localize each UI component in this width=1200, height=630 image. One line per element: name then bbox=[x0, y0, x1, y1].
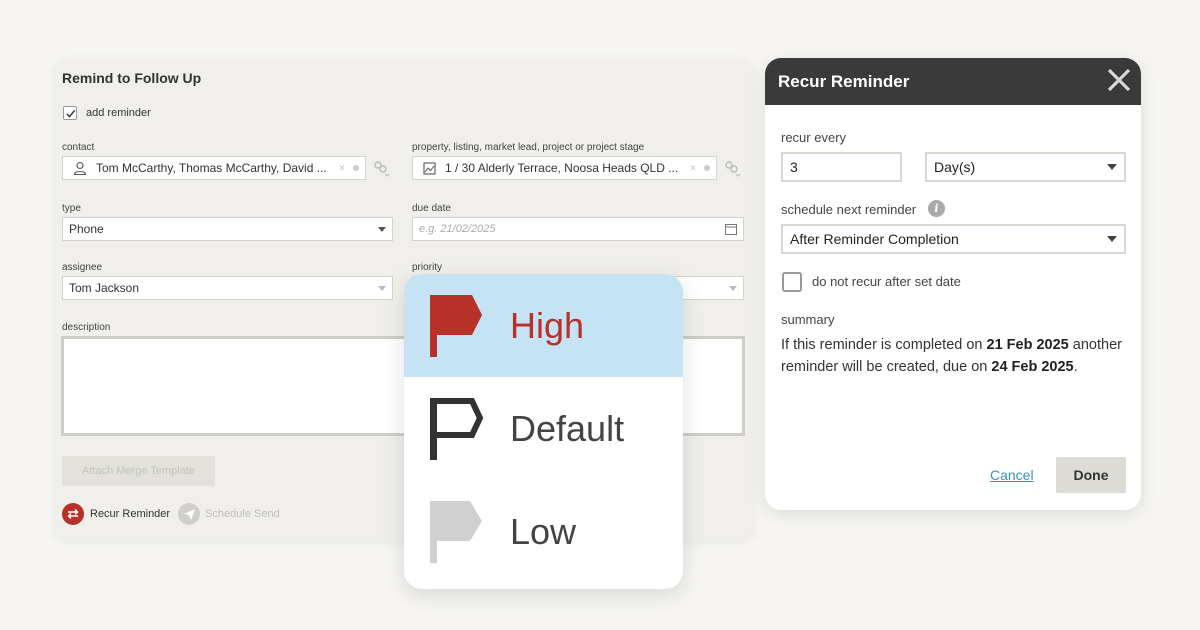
priority-dropdown-menu: High Default Low bbox=[404, 274, 683, 589]
priority-option-default[interactable]: Default bbox=[404, 377, 683, 480]
chevron-down-icon bbox=[378, 285, 386, 291]
add-reminder-checkbox[interactable] bbox=[63, 106, 77, 120]
person-icon bbox=[73, 161, 87, 175]
clear-icon[interactable]: × bbox=[339, 163, 345, 174]
assignee-select[interactable]: Tom Jackson bbox=[62, 276, 393, 300]
summary-due-date: 24 Feb 2025 bbox=[991, 359, 1074, 375]
schedule-send-label[interactable]: Schedule Send bbox=[205, 508, 280, 520]
schedule-next-value: After Reminder Completion bbox=[790, 231, 959, 247]
bottom-actions: Recur Reminder Schedule Send bbox=[62, 503, 280, 525]
property-link-button[interactable] bbox=[721, 157, 743, 179]
priority-option-label: Default bbox=[510, 407, 625, 449]
checkmark-icon bbox=[65, 109, 75, 118]
summary-label: summary bbox=[781, 312, 835, 327]
attach-merge-template-button[interactable]: Attach Merge Template bbox=[62, 456, 215, 486]
summary-completed-date: 21 Feb 2025 bbox=[986, 337, 1069, 353]
chevron-down-icon bbox=[378, 226, 386, 232]
cancel-link[interactable]: Cancel bbox=[990, 467, 1034, 483]
do-not-recur-checkbox[interactable] bbox=[782, 272, 802, 292]
dialog-title: Recur Reminder bbox=[778, 71, 910, 91]
schedule-next-label: schedule next reminder bbox=[781, 202, 917, 217]
property-image-icon bbox=[423, 161, 436, 175]
contact-field[interactable]: Tom McCarthy, Thomas McCarthy, David ...… bbox=[62, 156, 366, 180]
property-field[interactable]: 1 / 30 Alderly Terrace, Noosa Heads QLD … bbox=[412, 156, 717, 180]
contact-link-button[interactable] bbox=[370, 157, 392, 179]
assignee-value: Tom Jackson bbox=[69, 281, 140, 295]
repeat-icon bbox=[67, 509, 79, 519]
flag-default-icon bbox=[430, 397, 484, 460]
contact-label: contact bbox=[62, 142, 95, 153]
property-value: 1 / 30 Alderly Terrace, Noosa Heads QLD … bbox=[445, 161, 679, 175]
schedule-next-select[interactable]: After Reminder Completion bbox=[781, 224, 1126, 254]
recur-every-label: recur every bbox=[781, 130, 847, 145]
priority-option-label: Low bbox=[510, 510, 577, 552]
recur-every-value: 3 bbox=[790, 159, 798, 175]
assignee-label: assignee bbox=[62, 262, 103, 273]
add-reminder-row[interactable]: add reminder bbox=[63, 106, 151, 120]
flag-low-icon bbox=[430, 500, 482, 563]
priority-option-high[interactable]: High bbox=[404, 274, 683, 377]
schedule-send-button[interactable] bbox=[178, 503, 201, 525]
link-gear-icon bbox=[725, 161, 741, 177]
flag-high-icon bbox=[430, 294, 482, 357]
type-select[interactable]: Phone bbox=[62, 217, 393, 241]
summary-text: If this reminder is completed on 21 Feb … bbox=[781, 334, 1126, 378]
chevron-down-icon bbox=[729, 285, 737, 291]
panel-title: Remind to Follow Up bbox=[62, 70, 202, 86]
due-date-input[interactable]: e.g. 21/02/2025 bbox=[412, 217, 744, 241]
description-label: description bbox=[62, 322, 111, 333]
recur-unit-value: Day(s) bbox=[934, 159, 976, 175]
type-value: Phone bbox=[69, 222, 104, 236]
due-date-label: due date bbox=[412, 203, 451, 214]
do-not-recur-label: do not recur after set date bbox=[812, 274, 961, 289]
property-label: property, listing, market lead, project … bbox=[412, 142, 645, 153]
done-button[interactable]: Done bbox=[1056, 457, 1126, 493]
send-plane-icon bbox=[183, 508, 195, 520]
status-dot-icon bbox=[353, 165, 359, 171]
recur-reminder-button[interactable] bbox=[62, 503, 84, 525]
recur-unit-select[interactable]: Day(s) bbox=[925, 152, 1126, 182]
contact-value: Tom McCarthy, Thomas McCarthy, David ... bbox=[96, 161, 327, 175]
priority-option-label: High bbox=[510, 304, 585, 346]
info-icon[interactable]: i bbox=[928, 200, 945, 217]
add-reminder-label: add reminder bbox=[86, 107, 151, 119]
type-label: type bbox=[62, 203, 81, 214]
dialog-header: Recur Reminder bbox=[765, 58, 1141, 105]
clear-icon[interactable]: × bbox=[690, 163, 696, 174]
chevron-down-icon bbox=[1107, 236, 1117, 242]
summary-part: . bbox=[1073, 359, 1078, 375]
priority-label: priority bbox=[412, 262, 443, 273]
close-icon[interactable] bbox=[1105, 66, 1133, 94]
status-dot-icon bbox=[704, 165, 710, 171]
summary-part: If this reminder is completed on bbox=[781, 337, 987, 353]
recur-reminder-label[interactable]: Recur Reminder bbox=[90, 508, 170, 520]
recur-reminder-dialog: Recur Reminder recur every 3 Day(s) sche… bbox=[765, 58, 1141, 510]
due-date-placeholder: e.g. 21/02/2025 bbox=[419, 223, 496, 235]
recur-every-input[interactable]: 3 bbox=[781, 152, 902, 182]
priority-option-low[interactable]: Low bbox=[404, 480, 683, 583]
chevron-down-icon bbox=[1107, 164, 1117, 170]
link-gear-icon bbox=[374, 161, 390, 177]
calendar-icon[interactable] bbox=[725, 223, 737, 235]
